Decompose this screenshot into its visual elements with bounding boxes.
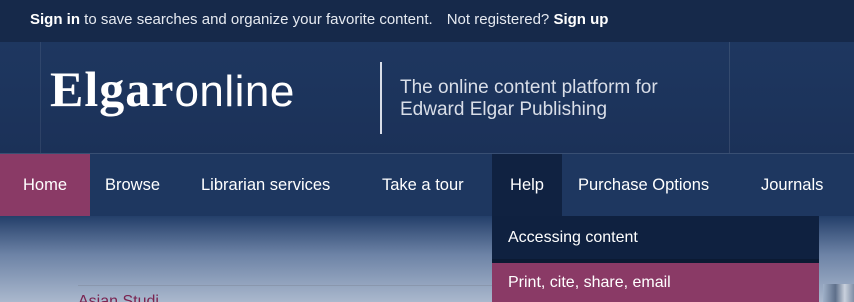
sign-up-link[interactable]: Sign up	[553, 11, 608, 28]
content-divider	[78, 285, 498, 286]
nav-item-purchase-options[interactable]: Purchase Options	[578, 154, 709, 217]
nav-item-home[interactable]: Home	[0, 154, 90, 217]
logo-divider	[380, 62, 382, 134]
header-tagline: The online content platform for Edward E…	[400, 77, 720, 121]
tagline-line-1: The online content platform for	[400, 77, 658, 98]
main-nav: Home Browse Librarian services Take a to…	[0, 153, 854, 217]
not-registered-text: Not registered?	[446, 11, 550, 28]
top-account-bar: Sign in to save searches and organize yo…	[0, 0, 854, 42]
partial-heading: Asian Studi...	[78, 293, 173, 302]
elgaronline-logo[interactable]: Elgaronline	[50, 60, 295, 134]
tagline-line-2: Edward Elgar Publishing	[400, 99, 608, 120]
logo-light-text: online	[174, 67, 295, 116]
nav-item-journals[interactable]: Journals	[761, 154, 823, 217]
nav-item-take-a-tour[interactable]: Take a tour	[382, 154, 464, 217]
help-dropdown-menu: Accessing content Print, cite, share, em…	[492, 216, 819, 302]
site-header: Elgaronline The online content platform …	[0, 42, 854, 153]
menu-item-print-cite-share-email[interactable]: Print, cite, share, email	[492, 263, 819, 302]
nav-item-help[interactable]: Help	[492, 154, 562, 217]
sign-in-suffix: to save searches and organize your favor…	[80, 11, 433, 28]
sign-in-link[interactable]: Sign in	[30, 11, 80, 28]
partial-image	[823, 284, 854, 302]
nav-item-librarian-services[interactable]: Librarian services	[201, 154, 330, 217]
account-message: Sign in to save searches and organize yo…	[30, 11, 608, 28]
logo-bold-text: Elgar	[50, 61, 175, 117]
menu-item-accessing-content[interactable]: Accessing content	[492, 216, 819, 259]
nav-item-browse[interactable]: Browse	[105, 154, 160, 217]
